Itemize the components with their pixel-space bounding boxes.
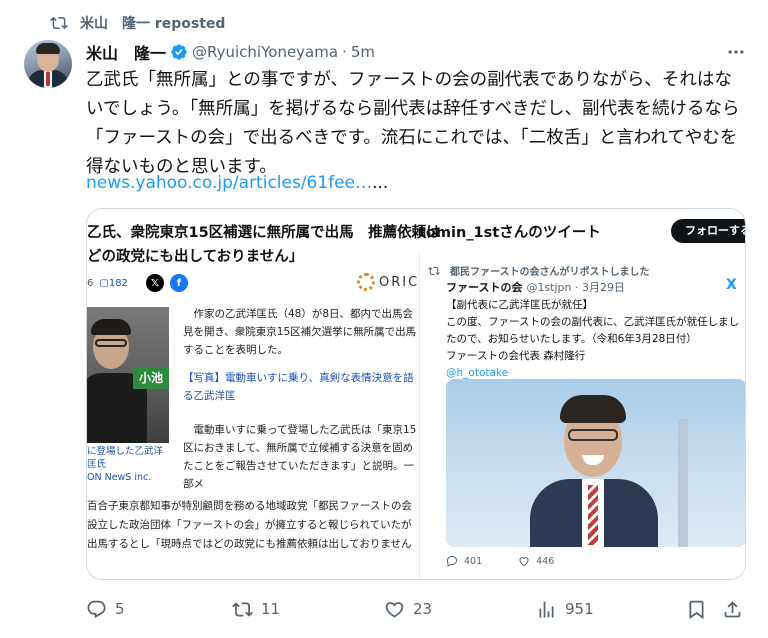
author-handle[interactable]: @RyuichiYoneyama (192, 43, 338, 61)
tweet-text: 乙武氏「無所属」との事ですが、ファーストの会の副代表でありながら、それはないでし… (86, 70, 740, 177)
article-bottom-text: 百合子東京都知事が特別顧問を務める地域政党「都民ファーストの会 設立した政治団体… (87, 497, 419, 554)
embed-body-line: 【副代表に乙武洋匡氏が就任】 (446, 299, 593, 311)
avatar[interactable] (24, 40, 72, 88)
separator-dot: · (342, 43, 347, 61)
article-bottom-line: 百合子東京都知事が特別顧問を務める地域政党「都民ファーストの会 (87, 500, 412, 512)
article-headline-line1: 乙氏、衆院東京15区補選に無所属で出馬 推薦依頼は (87, 225, 441, 241)
x-logo-icon: X (726, 277, 737, 293)
comment-count: ▢182 (99, 277, 128, 289)
article-paragraph-2: 電動車いすに乗って登場した乙武氏は「東京15区におきまして、無所属で立候補する決… (183, 424, 417, 490)
reply-count: 5 (115, 600, 125, 618)
repost-count: 11 (261, 600, 281, 618)
embed-body: 【副代表に乙武洋匡氏が就任】 この度、ファーストの会の副代表に、乙武洋匡氏が就任… (446, 297, 745, 382)
reply-button[interactable]: 5 (86, 596, 125, 622)
embedded-tweet: 都民ファーストの会さんがリポストしました ファーストの会 @1stjpn · 3… (419, 251, 745, 579)
like-button[interactable]: 23 (384, 596, 432, 622)
embed-account: ファーストの会 @1stjpn · 3月29日 (446, 279, 625, 295)
like-count: 23 (413, 600, 433, 618)
embed-photo (446, 379, 745, 547)
facebook-share-icon: f (169, 274, 188, 292)
comment-icon (446, 556, 457, 567)
share-button[interactable] (722, 596, 751, 622)
views-button[interactable]: 951 (536, 596, 594, 622)
x-share-icon: 𝕏 (145, 274, 164, 292)
photo-sign-text: 小池 (133, 367, 169, 389)
tweet-link[interactable]: news.yahoo.co.jp/articles/61fee…... (86, 170, 388, 196)
tweet-header: 米山 隆一 @RyuichiYoneyama · 5m (86, 40, 375, 64)
embed-reposted-by: 都民ファーストの会さんがリポストしました (450, 267, 650, 278)
photo-caption: に登場した乙武洋匡氏 ON NewS inc. (87, 446, 164, 483)
article-meta-count: 6 (87, 277, 94, 289)
article-photo-link: 【写真】電動車いすに乗り、真剣な表情決意を語る乙武洋匡 (183, 372, 414, 402)
tweet-link-text[interactable]: news.yahoo.co.jp/articles/61fee… (86, 173, 372, 193)
repost-label: 米山 隆一 reposted (80, 16, 226, 32)
article-bottom-line: 設立した政治団体「ファーストの会」が擁立すると報じられていたが (87, 519, 412, 531)
tweet-timestamp[interactable]: 5m (351, 43, 375, 61)
article-paragraph-1: 作家の乙武洋匡氏（48）が8日、都内で出馬会見を開き、衆院東京15区補欠選挙に無… (183, 308, 417, 356)
heart-icon (385, 601, 404, 618)
bookmark-icon (689, 600, 704, 619)
embed-stats: 401 446 (446, 555, 590, 567)
heart-icon (519, 557, 529, 567)
tweet-actions: 5 11 23 951 (86, 596, 748, 622)
article-headline-line2: どの政党にも出しておりません」 (87, 249, 304, 265)
reply-icon (87, 600, 106, 618)
follow-button: フォローする (671, 219, 745, 243)
repost-icon (232, 601, 253, 617)
article-headline: 乙氏、衆院東京15区補選に無所属で出馬 推薦依頼は どの政党にも出しておりません… (87, 221, 447, 269)
embed-repost-line: 都民ファーストの会さんがリポストしました (428, 263, 650, 278)
embed-title: tomin_1stさんのツイート (419, 225, 601, 241)
author-name[interactable]: 米山 隆一 (86, 40, 166, 64)
share-icon (724, 600, 741, 617)
article-bottom-line: 出馬するとし「現時点ではどの政党にも推薦依頼は出しておりません (87, 538, 412, 550)
verified-badge-icon (170, 43, 188, 61)
repost-icon (428, 266, 440, 275)
embed-like-count: 401 (446, 555, 500, 567)
more-options-icon[interactable] (724, 42, 748, 62)
article-photo: 小池 (87, 307, 169, 443)
article-body: 作家の乙武洋匡氏（48）が8日、都内で出馬会見を開き、衆院東京15区補欠選挙に無… (183, 305, 419, 493)
embed-body-line: この度、ファーストの会の副代表に、乙武洋匡氏が就任しましたので、お知らせいたしま… (446, 316, 740, 345)
embed-account-name: ファーストの会 (446, 281, 523, 294)
tweet-link-ellipsis: ... (372, 173, 389, 193)
repost-button[interactable]: 11 (232, 596, 280, 622)
orico-logo-icon (357, 273, 375, 291)
repost-icon (50, 14, 68, 32)
view-count: 951 (565, 600, 594, 618)
embed-heart-count: 446 (518, 555, 572, 567)
media-card[interactable]: 乙氏、衆院東京15区補選に無所属で出馬 推薦依頼は どの政党にも出しておりません… (86, 208, 746, 580)
bookmark-button[interactable] (686, 596, 715, 622)
embed-body-line: ファーストの会代表 森村隆行 (446, 350, 586, 362)
embed-account-handle: @1stjpn · 3月29日 (526, 281, 625, 294)
views-icon (539, 601, 554, 617)
repost-indicator[interactable]: 米山 隆一 reposted (50, 12, 225, 34)
